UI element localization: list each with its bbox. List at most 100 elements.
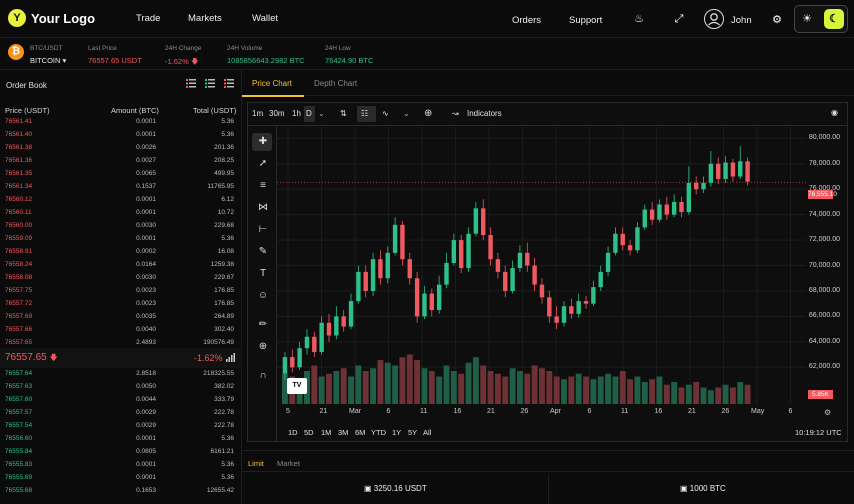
x-tick-label: 6 bbox=[587, 408, 592, 415]
range-3m[interactable]: 3M bbox=[338, 428, 348, 437]
x-tick-label: 6 bbox=[386, 408, 391, 415]
volume-bar bbox=[370, 368, 376, 404]
candle-body bbox=[738, 161, 743, 177]
candle-body bbox=[716, 163, 721, 180]
candle-body bbox=[561, 306, 567, 323]
candle-body bbox=[407, 259, 412, 279]
volume-bar bbox=[524, 373, 531, 404]
range-5y[interactable]: 5Y bbox=[408, 428, 417, 437]
candle-body bbox=[657, 204, 662, 220]
tab-market[interactable]: Market bbox=[277, 459, 300, 468]
volume-bar bbox=[539, 368, 545, 404]
candle-body bbox=[444, 262, 449, 285]
volume-bar bbox=[392, 365, 399, 404]
volume-bar bbox=[487, 371, 494, 404]
candle-body bbox=[745, 161, 750, 182]
y-tick-label: 72,000.00 bbox=[808, 236, 840, 244]
volume-bar bbox=[436, 376, 443, 404]
candle-body bbox=[400, 224, 405, 260]
volume-bar bbox=[384, 362, 391, 404]
candle-body bbox=[488, 235, 493, 260]
range-5d[interactable]: 5D bbox=[304, 428, 314, 437]
candle-body bbox=[539, 284, 545, 298]
candle-body bbox=[576, 301, 581, 314]
candle-body bbox=[723, 162, 728, 180]
candle-body bbox=[385, 252, 390, 279]
volume-bar bbox=[377, 360, 384, 404]
candle-body bbox=[326, 322, 332, 336]
candle-body bbox=[378, 259, 383, 279]
x-tick-label: May bbox=[751, 408, 765, 415]
balance-btc-text: 1000 BTC bbox=[689, 484, 726, 493]
candle-body bbox=[686, 182, 692, 213]
y-tick-label: 74,000.00 bbox=[808, 210, 840, 218]
volume-bar bbox=[553, 376, 560, 404]
range-1m[interactable]: 1M bbox=[321, 428, 331, 437]
candle-body bbox=[356, 271, 361, 302]
volume-bar bbox=[443, 365, 450, 404]
volume-bar bbox=[700, 387, 707, 404]
volume-bar bbox=[715, 387, 722, 404]
candle-body bbox=[671, 201, 677, 215]
volume-bar bbox=[575, 373, 582, 404]
volume-bar bbox=[450, 371, 457, 404]
candle-body bbox=[304, 336, 310, 349]
candle-body bbox=[591, 287, 596, 304]
volume-bar bbox=[472, 357, 479, 404]
volume-bar bbox=[656, 376, 663, 404]
candle-body bbox=[649, 209, 655, 220]
candle-body bbox=[503, 271, 508, 291]
range-1d[interactable]: 1D bbox=[288, 428, 298, 437]
volume-bar bbox=[685, 384, 692, 404]
candle-body bbox=[598, 271, 603, 288]
candle-body bbox=[348, 301, 354, 327]
candle-body bbox=[282, 357, 288, 374]
candle-body bbox=[517, 252, 523, 269]
candle-body bbox=[436, 284, 442, 311]
volume-bar bbox=[494, 373, 501, 404]
candle-body bbox=[297, 348, 302, 368]
volume-bar bbox=[399, 357, 406, 404]
x-tick-label: 21 bbox=[688, 408, 696, 415]
x-tick-label: Apr bbox=[550, 408, 561, 415]
settings-icon[interactable]: ⚙ bbox=[824, 408, 831, 417]
candle-body bbox=[312, 336, 317, 353]
candle-body bbox=[414, 278, 420, 317]
volume-bar bbox=[641, 382, 648, 404]
candle-body bbox=[290, 357, 295, 368]
candle-body bbox=[569, 306, 574, 314]
candle-body bbox=[341, 316, 346, 327]
volume-bar bbox=[722, 384, 729, 404]
candle-body bbox=[554, 316, 559, 323]
tradingview-logo[interactable]: TV bbox=[287, 378, 307, 394]
candle-body bbox=[458, 240, 464, 269]
tab-limit[interactable]: Limit bbox=[248, 459, 264, 468]
x-tick-label: 26 bbox=[520, 408, 529, 415]
volume-bar bbox=[362, 371, 369, 404]
volume-bar bbox=[546, 371, 553, 404]
volume-bar bbox=[465, 362, 472, 404]
volume-bar bbox=[414, 360, 421, 404]
volume-bar bbox=[693, 382, 700, 404]
volume-bar bbox=[406, 354, 413, 404]
range-1y[interactable]: 1Y bbox=[392, 428, 401, 437]
candle-body bbox=[605, 252, 611, 272]
candle-body bbox=[319, 322, 324, 353]
candle-body bbox=[730, 162, 736, 177]
candle-body bbox=[422, 293, 427, 317]
range-6m[interactable]: 6M bbox=[355, 428, 365, 437]
candle-body bbox=[679, 201, 684, 213]
candle-body bbox=[363, 271, 368, 291]
range-all[interactable]: All bbox=[423, 428, 431, 437]
candle-body bbox=[583, 301, 589, 304]
candle-body bbox=[495, 259, 501, 272]
candle-body bbox=[334, 316, 339, 336]
volume-bar bbox=[605, 373, 611, 404]
candle-body bbox=[370, 259, 376, 291]
range-ytd[interactable]: YTD bbox=[371, 428, 386, 437]
volume-bar bbox=[583, 376, 589, 404]
x-tick-label: 11 bbox=[420, 408, 428, 415]
candle-body bbox=[642, 209, 647, 228]
volume-bar bbox=[517, 371, 523, 404]
app-root: Y Your Logo Trade Markets Wallet Orders … bbox=[0, 0, 854, 504]
